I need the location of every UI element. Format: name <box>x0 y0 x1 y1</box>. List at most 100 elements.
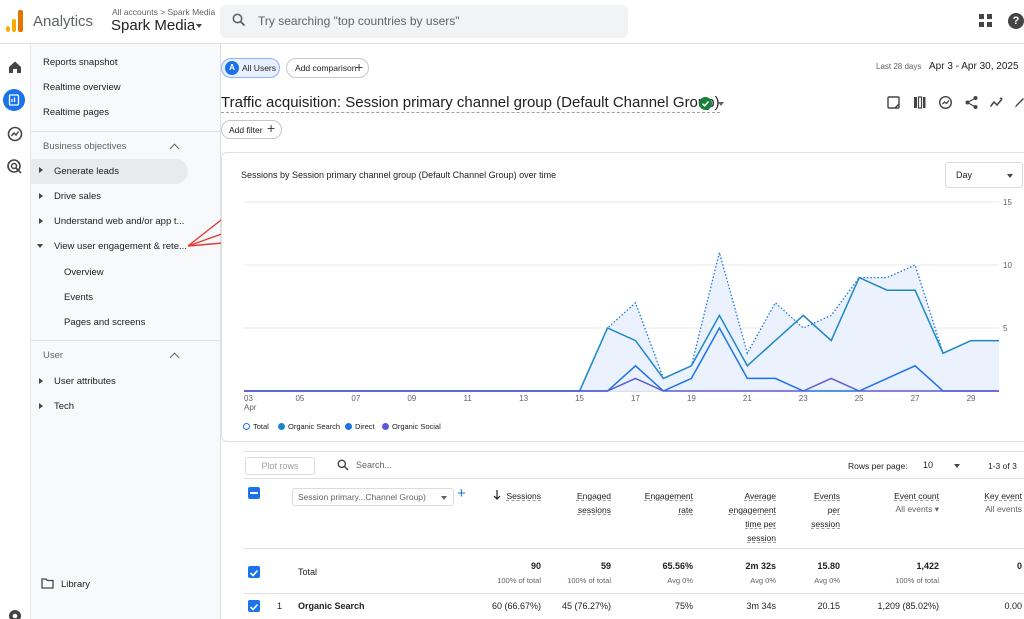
chevron-up-icon[interactable] <box>169 143 180 154</box>
column-subheader[interactable]: All events <box>985 504 1022 514</box>
column-subheader[interactable]: All events ▾ <box>896 504 939 515</box>
expand-arrow-icon[interactable] <box>39 167 43 173</box>
total-cell: 15.80 <box>817 561 840 571</box>
share-icon[interactable] <box>964 95 979 110</box>
chevron-down-icon[interactable] <box>954 464 960 468</box>
total-row-checkbox[interactable] <box>248 566 260 578</box>
add-comparison-label: Add comparison <box>295 63 357 73</box>
total-subcell: 100% of total <box>567 576 611 585</box>
segment-label: All Users <box>242 63 277 73</box>
plus-icon: + <box>267 120 276 136</box>
legend-label: Organic Social <box>392 422 441 431</box>
column-header[interactable]: Average engagement time per session <box>729 489 776 545</box>
legend-item[interactable]: Direct <box>345 422 375 431</box>
nav-overview[interactable]: Overview <box>64 267 104 278</box>
add-filter-button[interactable]: Add filter + <box>221 120 282 139</box>
account-selector[interactable]: Spark Media <box>111 17 195 34</box>
add-dimension-button[interactable]: + <box>457 485 466 502</box>
apps-grid-icon[interactable] <box>979 14 993 28</box>
dimension-value: Session primary...Channel Group) <box>298 492 426 502</box>
expand-arrow-icon[interactable] <box>39 403 43 409</box>
edit-pencil-icon[interactable] <box>1013 95 1024 110</box>
column-header[interactable]: Events per session <box>811 489 840 531</box>
select-all-checkbox[interactable] <box>248 487 260 499</box>
column-header[interactable]: Engaged sessions <box>577 489 611 517</box>
column-header[interactable]: Engagement rate <box>645 489 693 517</box>
legend-item[interactable]: Organic Social <box>382 422 441 431</box>
legend-swatch <box>345 423 352 430</box>
divider <box>31 340 221 341</box>
x-tick-label: 23 <box>799 394 808 403</box>
date-range-value[interactable]: Apr 3 - Apr 30, 2025 <box>929 61 1019 72</box>
granularity-value: Day <box>956 170 973 180</box>
nav-drive-sales[interactable]: Drive sales <box>54 191 101 202</box>
compare-columns-icon[interactable] <box>912 95 927 110</box>
rows-per-page-select[interactable]: 10 <box>923 460 933 470</box>
add-comparison-button[interactable]: Add comparison + <box>286 58 369 78</box>
nav-library[interactable]: Library <box>61 579 90 590</box>
total-cell: 59 <box>600 561 611 571</box>
nav-pages-and-screens[interactable]: Pages and screens <box>64 317 145 328</box>
home-icon[interactable] <box>6 58 24 76</box>
page-title: Traffic acquisition: Session primary cha… <box>221 94 720 113</box>
nav-user-attributes[interactable]: User attributes <box>54 376 116 387</box>
y-tick-label: 10 <box>1003 261 1012 270</box>
date-range-label[interactable]: Last 28 days <box>876 62 921 71</box>
settings-gear-icon[interactable] <box>6 607 24 619</box>
nav-reports-snapshot[interactable]: Reports snapshot <box>43 57 117 68</box>
plot-rows-button[interactable]: Plot rows <box>245 457 315 475</box>
dimension-select[interactable]: Session primary...Channel Group) <box>292 488 454 506</box>
expand-arrow-icon[interactable] <box>39 218 43 224</box>
nav-realtime-pages[interactable]: Realtime pages <box>43 107 109 118</box>
column-header[interactable]: Key event <box>984 489 1022 503</box>
nav-understand-traffic[interactable]: Understand web and/or app t... <box>54 216 184 227</box>
explore-icon[interactable] <box>6 125 24 143</box>
sort-arrow-down-icon[interactable] <box>493 490 501 500</box>
table-search-input[interactable]: Search... <box>356 460 392 470</box>
chevron-down-icon[interactable] <box>196 24 202 28</box>
add-filter-label: Add filter <box>229 125 263 135</box>
legend-item[interactable]: Organic Search <box>278 422 340 431</box>
column-header-text: session <box>811 519 840 529</box>
total-cell: 65.56% <box>662 561 693 571</box>
advertising-icon[interactable] <box>6 158 24 176</box>
nav-realtime-overview[interactable]: Realtime overview <box>43 82 121 93</box>
column-header-text: Key event <box>984 491 1022 501</box>
chevron-down-icon <box>441 496 447 500</box>
table-cell: 0.00 <box>1004 601 1022 611</box>
column-header[interactable]: Sessions <box>507 489 542 503</box>
segment-chip-all-users[interactable]: A All Users <box>221 58 280 78</box>
y-tick-label: 5 <box>1003 324 1008 333</box>
section-business-objectives[interactable]: Business objectives <box>43 141 126 152</box>
row-name[interactable]: Organic Search <box>298 601 365 611</box>
insights-icon[interactable] <box>938 95 953 110</box>
chevron-down-icon[interactable] <box>718 102 724 106</box>
check-circle-icon[interactable] <box>699 97 712 110</box>
x-tick-label: 05 <box>295 394 304 403</box>
row-checkbox[interactable] <box>248 600 260 612</box>
nav-events[interactable]: Events <box>64 292 93 303</box>
expand-arrow-icon[interactable] <box>39 378 43 384</box>
expand-arrow-icon[interactable] <box>39 193 43 199</box>
analytics-logo[interactable] <box>6 10 24 32</box>
nav-user-engagement[interactable]: View user engagement & rete... <box>54 241 187 252</box>
account-breadcrumb[interactable]: All accounts > Spark Media <box>112 7 215 17</box>
reports-icon[interactable] <box>2 88 26 112</box>
edit-report-icon[interactable] <box>886 95 901 110</box>
section-user[interactable]: User <box>43 350 63 361</box>
trend-sparkle-icon[interactable] <box>989 95 1004 110</box>
granularity-select[interactable]: Day <box>945 162 1023 188</box>
nav-generate-leads[interactable]: Generate leads <box>54 166 119 177</box>
chevron-up-icon[interactable] <box>169 352 180 363</box>
collapse-arrow-icon[interactable] <box>37 244 43 248</box>
search-bar[interactable]: Try searching "top countries by users" <box>220 5 628 38</box>
help-icon[interactable]: ? <box>1008 13 1024 29</box>
legend-item[interactable]: Total <box>243 422 269 431</box>
column-header-text: engagement <box>728 505 776 515</box>
legend-swatch <box>382 423 389 430</box>
column-header[interactable]: Event count <box>894 489 939 503</box>
row-divider <box>244 593 1024 594</box>
total-subcell: 100% of total <box>895 576 939 585</box>
total-cell: 90 <box>530 561 541 571</box>
nav-tech[interactable]: Tech <box>54 401 74 412</box>
